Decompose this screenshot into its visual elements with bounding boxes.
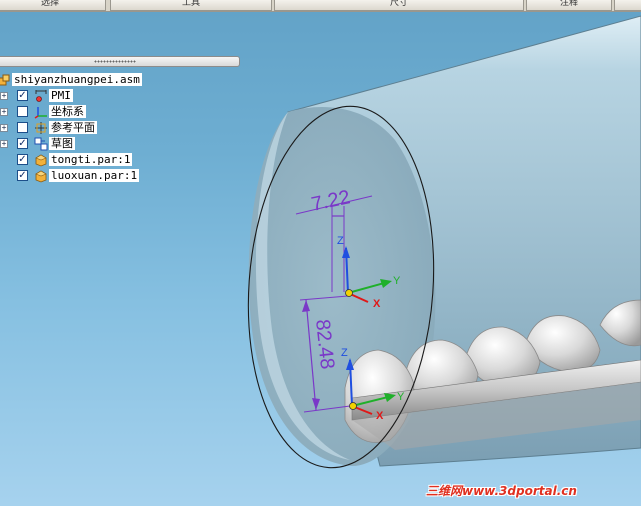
coordinate-system-icon <box>34 107 47 119</box>
axis-y-label: Y <box>393 275 401 287</box>
tree-item-label: 坐标系 <box>49 105 86 118</box>
site-watermark: 三维网www.3dportal.cn <box>426 484 577 498</box>
tree-item-label: PMI <box>49 89 73 102</box>
expand-plus-icon[interactable]: + <box>0 140 8 148</box>
visibility-checkbox[interactable]: ✓ <box>17 154 28 165</box>
part-icon <box>35 154 47 167</box>
axis-z-label-2: Z <box>341 347 348 359</box>
tree-item-label: tongti.par:1 <box>49 153 133 166</box>
visibility-checkbox[interactable] <box>17 122 28 133</box>
expand-plus-icon[interactable]: + <box>0 124 8 132</box>
sketch-icon <box>34 137 48 151</box>
visibility-checkbox[interactable]: ✓ <box>17 90 28 101</box>
axis-x-label-2: X <box>376 410 384 422</box>
reference-plane-icon <box>35 122 47 134</box>
visibility-checkbox[interactable] <box>17 106 28 117</box>
tree-item-label: 草图 <box>49 137 75 150</box>
tree-item-label: 参考平面 <box>49 121 97 134</box>
visibility-checkbox[interactable]: ✓ <box>17 170 28 181</box>
tree-item-label: luoxuan.par:1 <box>49 169 140 182</box>
pmi-icon <box>35 90 47 102</box>
expand-plus-icon[interactable]: + <box>0 92 8 100</box>
axis-y-label-2: Y <box>397 391 405 403</box>
panel-grip-handle[interactable] <box>94 60 136 63</box>
axis-z-label: Z <box>337 235 344 247</box>
axis-x-label: X <box>373 298 381 310</box>
tree-root-label: shiyanzhuangpei.asm <box>12 73 142 86</box>
assembly-icon <box>0 74 10 86</box>
pathfinder-header[interactable] <box>0 56 240 67</box>
expand-plus-icon[interactable]: + <box>0 108 8 116</box>
visibility-checkbox[interactable]: ✓ <box>17 138 28 149</box>
part-icon <box>35 170 47 183</box>
